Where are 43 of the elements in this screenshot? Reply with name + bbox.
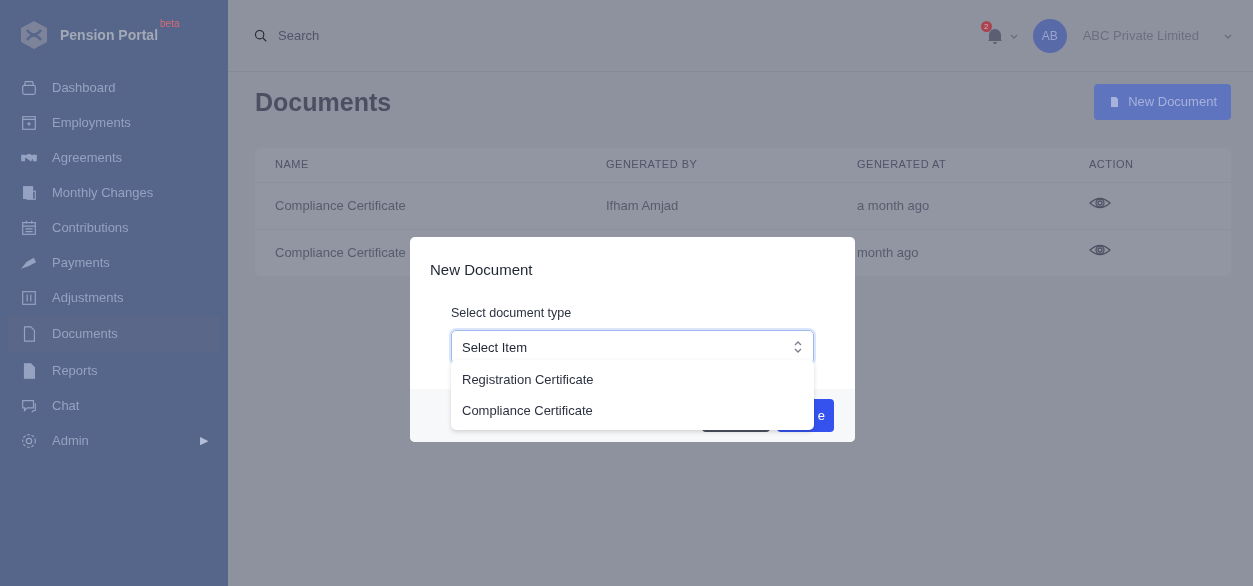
beta-label: beta <box>160 17 180 31</box>
table-icon <box>20 288 38 307</box>
column-header: GENERATED BY <box>606 157 699 173</box>
search-field[interactable]: Search <box>276 24 576 47</box>
sidebar-item[interactable]: Monthly Changes <box>8 175 220 210</box>
select-field[interactable]: Select Item <box>451 330 814 365</box>
sidebar-item[interactable]: Employments <box>8 105 220 140</box>
id-card-icon <box>20 113 38 132</box>
modal-title: New Document <box>429 260 534 280</box>
table-cell-text: Compliance Certificate <box>275 196 407 215</box>
table-cell-text: Ifham Amjad <box>606 196 680 215</box>
up-down-chevron-icon <box>793 340 803 355</box>
sidebar-item[interactable]: Reports <box>8 353 220 388</box>
page-title: Documents <box>255 86 392 117</box>
sidebar-item[interactable]: Documents <box>8 316 220 352</box>
notification-count: 2 <box>980 21 992 33</box>
settings-icon <box>20 431 38 450</box>
submenu-arrow: ▶ <box>200 433 208 449</box>
column-header: ACTION <box>1089 157 1135 173</box>
search-icon <box>253 28 268 43</box>
document-icon <box>1108 95 1121 108</box>
sidebar-item[interactable]: Chat <box>8 388 220 423</box>
new-document-button[interactable]: New Document <box>1094 84 1231 120</box>
column-header: GENERATED AT <box>857 157 948 173</box>
dropdown-option[interactable]: Compliance Certificate <box>451 395 814 426</box>
brand-name: Pension Portal <box>60 25 159 45</box>
sidebar-item[interactable]: Admin ▶ <box>8 423 220 458</box>
table-cell-text: month ago <box>857 243 920 262</box>
table-cell-text: Compliance Certificate <box>275 243 407 262</box>
sidebar-item[interactable]: Contributions <box>8 210 220 245</box>
sidebar-item[interactable]: Agreements <box>8 140 220 175</box>
sidebar-item[interactable]: Adjustments <box>8 280 220 315</box>
sidebar-item[interactable]: Dashboard <box>8 70 220 105</box>
dropdown-option[interactable]: Registration Certificate <box>451 364 814 395</box>
dashboard-icon <box>20 78 38 97</box>
sidebar-item[interactable]: Payments <box>8 245 220 280</box>
table-cell-text: a month ago <box>857 196 931 215</box>
calendar-icon <box>20 218 38 237</box>
field-label: Select document type <box>451 304 573 322</box>
column-header: NAME <box>275 157 310 173</box>
avatar[interactable]: AB <box>1032 18 1067 53</box>
stacked-pages-icon <box>20 183 38 202</box>
logo-icon <box>18 19 50 51</box>
